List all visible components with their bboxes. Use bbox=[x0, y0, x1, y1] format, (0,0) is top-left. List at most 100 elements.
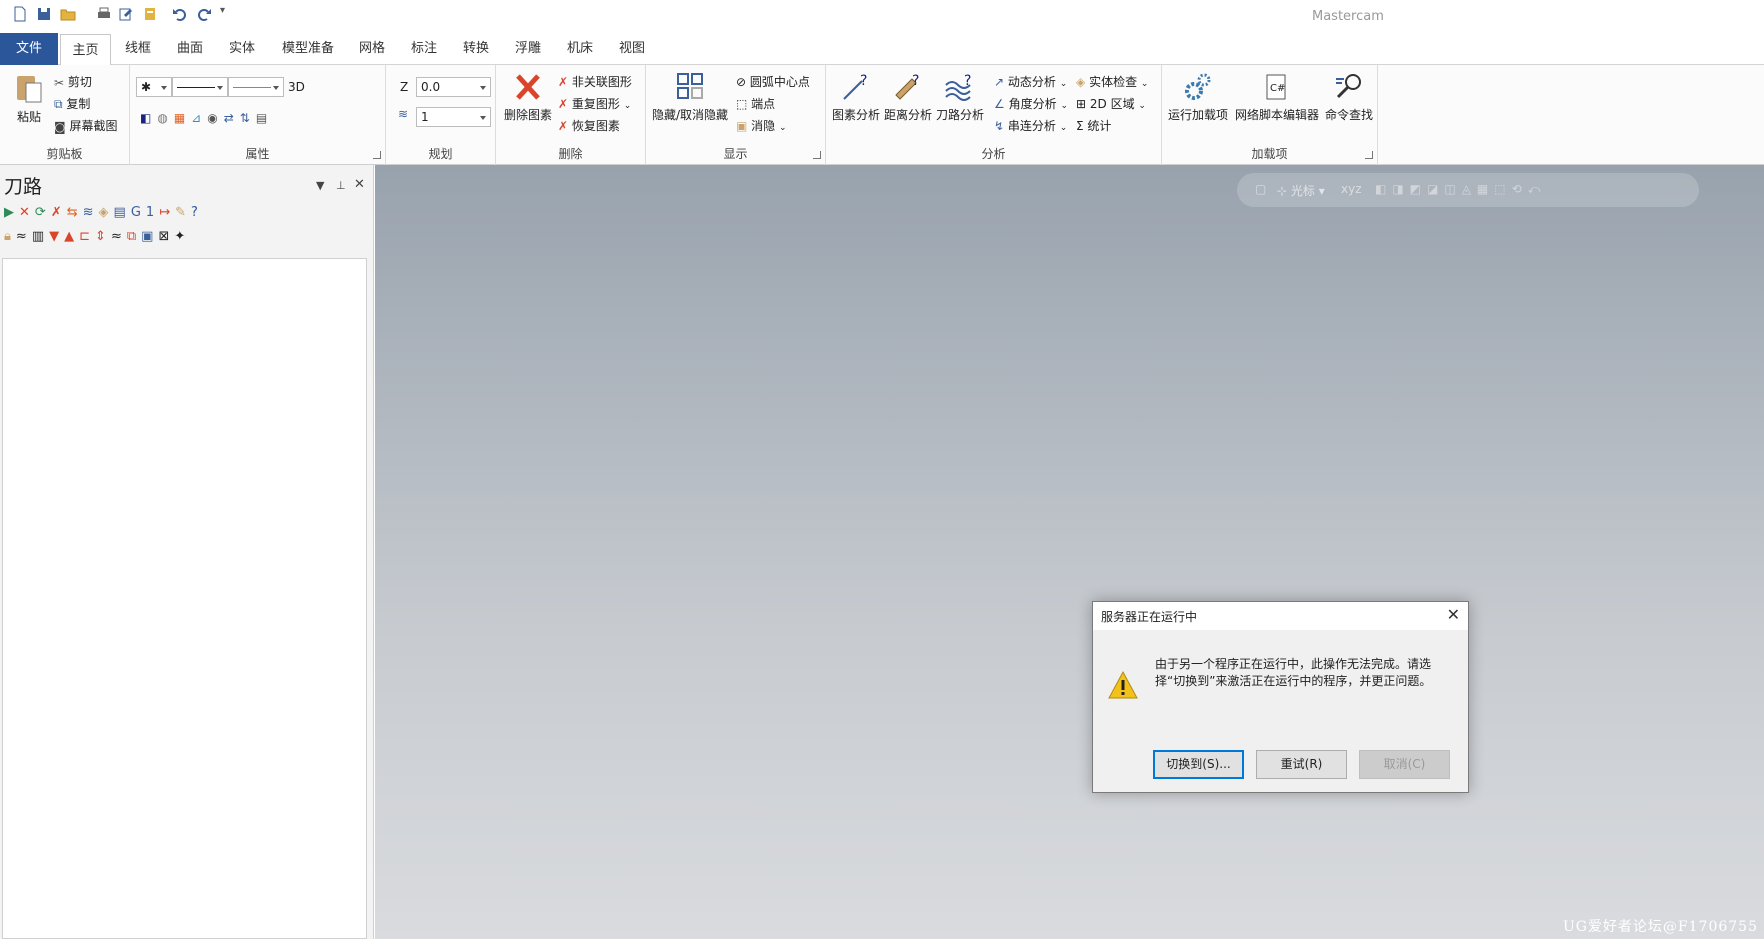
surface-color-icon[interactable]: ▦ bbox=[174, 111, 191, 125]
solid-check-button[interactable]: ◈ 实体检查 ⌄ bbox=[1076, 73, 1148, 90]
post-toggle-icon[interactable]: ▥ bbox=[32, 229, 49, 244]
point-style-select[interactable]: ✱ bbox=[136, 77, 172, 97]
statistics-button[interactable]: Σ 统计 bbox=[1076, 117, 1111, 134]
help-icon[interactable]: ? bbox=[191, 205, 203, 220]
run-addin-button[interactable]: 运行加载项 bbox=[1166, 71, 1230, 123]
paste-button[interactable]: 粘贴 bbox=[8, 71, 50, 125]
panel-close-icon[interactable]: ✕ bbox=[354, 177, 365, 192]
panel-menu-icon[interactable]: ▼ bbox=[316, 179, 324, 192]
material-icon[interactable]: ◉ bbox=[207, 111, 223, 125]
endpoints-button[interactable]: ⬚ 端点 bbox=[736, 95, 775, 112]
copy-button[interactable]: ⧉ 复制 bbox=[54, 95, 90, 112]
tool-manager-icon[interactable]: ✦ bbox=[174, 229, 190, 244]
deselect-icon[interactable]: ✕ bbox=[19, 205, 35, 220]
pin-icon[interactable]: ⊥ bbox=[336, 179, 346, 192]
lock-icon[interactable]: 🔒︎ bbox=[4, 229, 16, 244]
attributes-launcher-icon[interactable] bbox=[373, 151, 381, 159]
hide-unhide-button[interactable]: 隐藏/取消隐藏 bbox=[650, 71, 730, 123]
chain-analysis-button[interactable]: ↯ 串连分析 ⌄ bbox=[994, 117, 1067, 134]
cursor-mode-select[interactable]: ⊹ 光标 ▾ bbox=[1277, 182, 1325, 199]
duplicate-button[interactable]: ✗ 重复图形 ⌄ bbox=[558, 95, 631, 112]
angle-analysis-button[interactable]: ∠ 角度分析 ⌄ bbox=[994, 95, 1068, 112]
tab-relief[interactable]: 浮雕 bbox=[508, 33, 548, 65]
graphics-viewport[interactable]: ▢ ⊹ 光标 ▾ xyz ◧◨◩◪◫◬▦⬚⟲⤺ UG爱好者论坛@F1706755 bbox=[375, 165, 1764, 939]
tab-drafting[interactable]: 标注 bbox=[404, 33, 444, 65]
close-icon[interactable]: ✕ bbox=[1447, 605, 1460, 624]
expand-icon[interactable]: ⇕ bbox=[95, 229, 111, 244]
xyz-icon[interactable]: xyz bbox=[1341, 182, 1362, 196]
entity-analysis-button[interactable]: ? 图素分析 bbox=[832, 71, 880, 123]
addins-launcher-icon[interactable] bbox=[1365, 151, 1373, 159]
tab-machine[interactable]: 机床 bbox=[560, 33, 600, 65]
z-depth-input[interactable]: 0.0 bbox=[416, 77, 491, 97]
level-manager-icon[interactable]: ▤ bbox=[256, 111, 273, 125]
select-all-icon[interactable]: ▶ bbox=[4, 205, 19, 220]
edit-icon[interactable]: ✎ bbox=[175, 205, 191, 220]
toolpath-tree[interactable] bbox=[2, 258, 367, 939]
tab-mesh[interactable]: 网格 bbox=[352, 33, 392, 65]
open-icon[interactable] bbox=[60, 6, 76, 22]
set-all-icon[interactable]: ⇅ bbox=[240, 111, 256, 125]
print-preview-icon[interactable] bbox=[118, 6, 134, 22]
tab-file[interactable]: 文件 bbox=[0, 33, 58, 65]
regen-icon[interactable]: ⟳ bbox=[35, 205, 51, 220]
new-file-icon[interactable] bbox=[12, 6, 28, 22]
toggle-display-icon[interactable]: ≈ bbox=[16, 229, 32, 244]
dynamic-analysis-button[interactable]: ↗ 动态分析 ⌄ bbox=[994, 73, 1067, 90]
non-assoc-button[interactable]: ✗ 非关联图形 bbox=[558, 73, 632, 90]
tab-surfaces[interactable]: 曲面 bbox=[170, 33, 210, 65]
select-feature-icon[interactable]: ≈ bbox=[111, 229, 127, 244]
mode-3d-label[interactable]: 3D bbox=[288, 80, 305, 94]
simulate-icon[interactable]: ◈ bbox=[99, 205, 114, 220]
retry-button[interactable]: 重试(R) bbox=[1256, 750, 1347, 779]
solid-select-icon[interactable]: ⧉ bbox=[127, 229, 141, 244]
print-icon[interactable] bbox=[96, 6, 112, 22]
cancel-button[interactable]: 取消(C) bbox=[1359, 750, 1450, 779]
display-options-icon[interactable]: ▣ bbox=[141, 229, 158, 244]
tab-solids[interactable]: 实体 bbox=[222, 33, 262, 65]
regen-dirty-icon[interactable]: ✗ bbox=[51, 205, 67, 220]
level-input[interactable]: 1 bbox=[416, 107, 491, 127]
move-down-icon[interactable]: ▼ bbox=[49, 229, 64, 244]
move-up-icon[interactable]: ▲ bbox=[64, 229, 79, 244]
display-launcher-icon[interactable] bbox=[813, 151, 821, 159]
wireframe-color-icon[interactable]: ◧ bbox=[140, 111, 157, 125]
verify-icon[interactable]: ≋ bbox=[83, 205, 99, 220]
screenshot-button[interactable]: ◙ 屏幕截图 bbox=[54, 117, 118, 134]
toolpath-analysis-button[interactable]: ? 刀路分析 bbox=[936, 71, 984, 123]
post-icon[interactable]: ▤ bbox=[114, 205, 131, 220]
redo-icon[interactable] bbox=[196, 6, 212, 22]
stock-icon[interactable]: ⊠ bbox=[158, 229, 174, 244]
properties-icon[interactable] bbox=[142, 6, 158, 22]
distance-analysis-button[interactable]: ? 距离分析 bbox=[884, 71, 932, 123]
chain-icon: ↯ bbox=[994, 119, 1005, 133]
solid-color-icon[interactable]: ◍ bbox=[157, 111, 173, 125]
tab-view[interactable]: 视图 bbox=[612, 33, 652, 65]
delete-entities-button[interactable]: 删除图素 bbox=[502, 71, 554, 123]
undo-icon[interactable] bbox=[172, 6, 188, 22]
restore-button[interactable]: ✗ 恢复图素 bbox=[558, 117, 620, 134]
g1-icon[interactable]: G1 bbox=[131, 205, 159, 220]
cut-button[interactable]: ✂ 剪切 bbox=[54, 73, 92, 90]
high-feed-icon[interactable]: ↦ bbox=[159, 205, 175, 220]
backplot-icon[interactable]: ⇆ bbox=[67, 205, 83, 220]
tab-home[interactable]: 主页 bbox=[60, 34, 111, 66]
selection-filter-icons[interactable]: ◧◨◩◪◫◬▦⬚⟲⤺ bbox=[1375, 182, 1546, 197]
save-icon[interactable] bbox=[36, 6, 52, 22]
switch-to-button[interactable]: 切换到(S)... bbox=[1153, 750, 1244, 779]
tab-wireframe[interactable]: 线框 bbox=[118, 33, 158, 65]
arc-center-button[interactable]: ⊘ 圆弧中心点 bbox=[736, 73, 810, 90]
blank-button[interactable]: ▣ 消隐 ⌄ bbox=[736, 117, 787, 134]
tab-model-prep[interactable]: 模型准备 bbox=[276, 33, 340, 65]
command-finder-button[interactable]: 命令查找 bbox=[1324, 71, 1374, 123]
line-width-select[interactable] bbox=[228, 77, 284, 97]
insert-arrow-icon[interactable]: ⊏ bbox=[79, 229, 95, 244]
tab-transform[interactable]: 转换 bbox=[456, 33, 496, 65]
line-style-select[interactable] bbox=[172, 77, 228, 97]
area-2d-button[interactable]: ⊞ 2D 区域 ⌄ bbox=[1076, 95, 1146, 112]
qat-customize-icon[interactable]: ▾ bbox=[220, 5, 236, 21]
lock-selection-icon[interactable]: ▢ bbox=[1255, 182, 1266, 196]
clear-colors-icon[interactable]: ⇄ bbox=[224, 111, 240, 125]
line-color-icon[interactable]: ⊿ bbox=[191, 111, 207, 125]
net-script-editor-button[interactable]: C# 网络脚本编辑器 bbox=[1234, 71, 1320, 123]
